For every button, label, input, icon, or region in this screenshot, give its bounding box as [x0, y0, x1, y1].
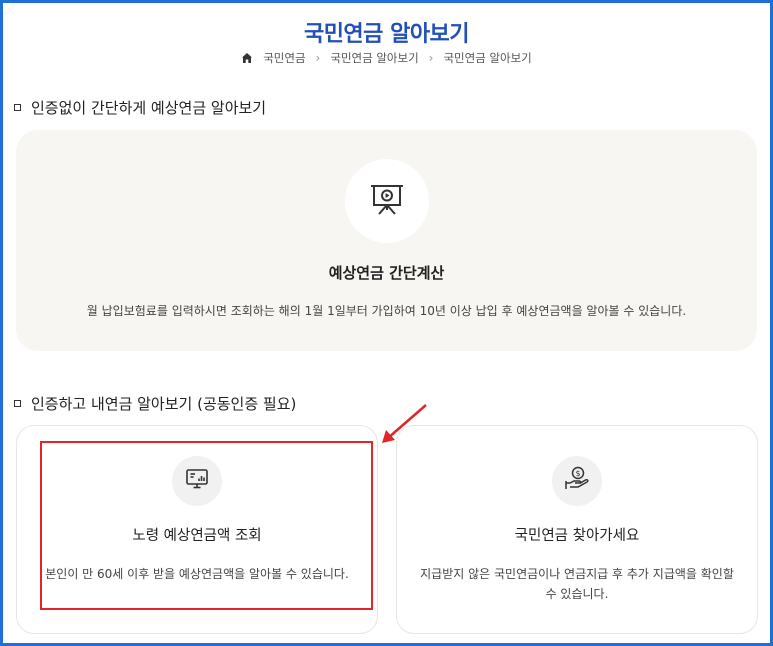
red-arrow-icon	[378, 402, 430, 450]
chevron-right-icon: ›	[315, 51, 321, 65]
simple-calc-card[interactable]: 예상연금 간단계산 월 납입보험료를 입력하시면 조회하는 해의 1월 1일부터…	[16, 130, 757, 351]
bullet-square-icon	[14, 400, 21, 407]
icon-circle	[344, 159, 429, 243]
chevron-right-icon: ›	[428, 51, 434, 65]
page-title: 국민연금 알아보기	[303, 22, 470, 47]
breadcrumb-item-1[interactable]: 국민연금	[263, 50, 305, 66]
section-heading-no-auth: 인증없이 간단하게 예상연금 알아보기	[14, 97, 266, 118]
svg-text:$: $	[575, 469, 580, 478]
find-pension-card[interactable]: $ 국민연금 찾아가세요 지급받지 않은 국민연금이나 연금지급 후 추가 지급…	[396, 425, 758, 634]
breadcrumb-item-3[interactable]: 국민연금 알아보기	[443, 50, 531, 66]
section-heading-text: 인증없이 간단하게 예상연금 알아보기	[31, 99, 267, 117]
card-description: 지급받지 않은 국민연금이나 연금지급 후 추가 지급액을 확인할 수 있습니다…	[407, 564, 747, 604]
card-description: 월 납입보험료를 입력하시면 조회하는 해의 1월 1일부터 가입하여 10년 …	[86, 304, 687, 318]
hand-coin-icon: $	[563, 465, 591, 497]
presentation-board-icon	[367, 179, 407, 223]
red-highlight-box	[40, 441, 373, 610]
section-heading-text: 인증하고 내연금 알아보기 (공동인증 필요)	[31, 395, 297, 413]
bullet-square-icon	[14, 104, 21, 111]
card-description-line: 수 있습니다.	[545, 587, 609, 601]
section-heading-auth: 인증하고 내연금 알아보기 (공동인증 필요)	[14, 393, 296, 414]
breadcrumb-item-2[interactable]: 국민연금 알아보기	[330, 50, 418, 66]
card-title: 예상연금 간단계산	[328, 264, 445, 282]
card-title: 국민연금 찾아가세요	[514, 528, 640, 544]
icon-circle: $	[552, 456, 602, 506]
breadcrumb: 국민연금 › 국민연금 알아보기 › 국민연금 알아보기	[0, 50, 773, 66]
home-icon[interactable]	[241, 52, 253, 64]
card-description-line: 지급받지 않은 국민연금이나 연금지급 후 추가 지급액을 확인할	[420, 567, 734, 581]
